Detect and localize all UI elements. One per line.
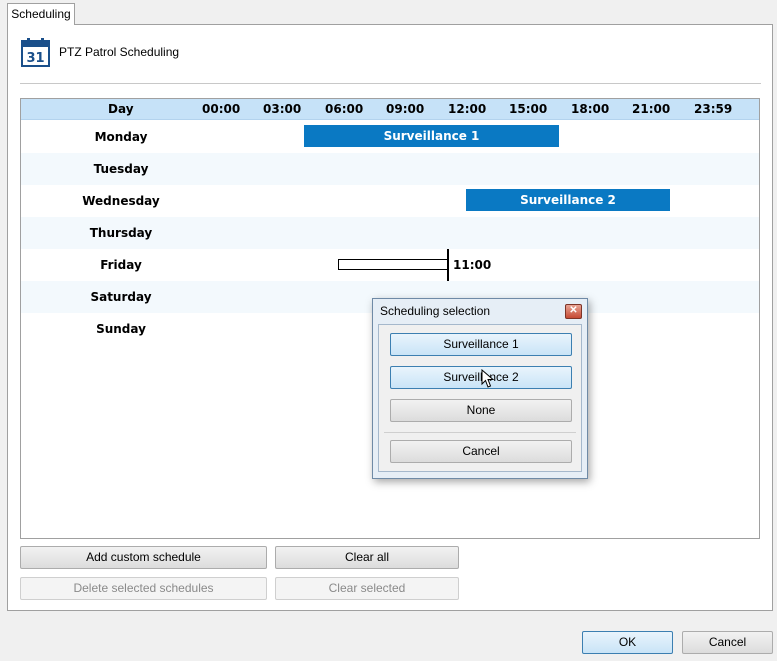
cursor-time-label: 11:00 [453, 258, 492, 272]
time-tick: 18:00 [571, 102, 610, 116]
day-label: Thursday [89, 226, 153, 240]
time-tick: 15:00 [509, 102, 548, 116]
dialog-cancel-button[interactable]: Cancel [390, 440, 572, 463]
time-cursor-line [447, 249, 449, 281]
schedule-bar-surveillance-2[interactable]: Surveillance 2 [466, 189, 670, 211]
time-tick: 09:00 [386, 102, 425, 116]
time-tick: 03:00 [263, 102, 302, 116]
day-label: Friday [100, 258, 142, 272]
none-option-button[interactable]: None [390, 399, 572, 422]
time-tick: 23:59 [694, 102, 733, 116]
surveillance-1-option-button[interactable]: Surveillance 1 [390, 333, 572, 356]
pending-selection-range[interactable] [338, 259, 448, 270]
time-tick: 06:00 [325, 102, 364, 116]
divider [20, 83, 761, 84]
dialog-body: Surveillance 1 Surveillance 2 None Cance… [378, 324, 582, 472]
grid-row-friday[interactable]: Friday 11:00 [21, 249, 759, 281]
calendar-icon-number: 31 [26, 51, 44, 66]
time-tick: 12:00 [448, 102, 487, 116]
clear-all-button[interactable]: Clear all [275, 546, 459, 569]
calendar-icon: 31 [21, 38, 50, 67]
dialog-divider [384, 432, 576, 433]
schedule-bar-surveillance-1[interactable]: Surveillance 1 [304, 125, 559, 147]
day-label: Monday [94, 130, 148, 144]
day-label: Sunday [96, 322, 146, 336]
clear-selected-button[interactable]: Clear selected [275, 577, 459, 600]
add-custom-schedule-button[interactable]: Add custom schedule [20, 546, 267, 569]
grid-row-tuesday[interactable]: Tuesday [21, 153, 759, 185]
cancel-button[interactable]: Cancel [682, 631, 773, 654]
day-label: Wednesday [82, 194, 160, 208]
scheduling-selection-dialog: Scheduling selection ✕ Surveillance 1 Su… [372, 298, 588, 479]
tab-scheduling[interactable]: Scheduling [7, 3, 75, 25]
grid-row-thursday[interactable]: Thursday [21, 217, 759, 249]
time-tick: 21:00 [632, 102, 671, 116]
grid-row-monday[interactable]: Monday Surveillance 1 [21, 121, 759, 153]
mouse-pointer-icon [481, 369, 495, 388]
ok-button[interactable]: OK [582, 631, 673, 654]
time-tick: 00:00 [202, 102, 241, 116]
grid-row-wednesday[interactable]: Wednesday Surveillance 2 [21, 185, 759, 217]
day-column-header: Day [108, 102, 134, 116]
dialog-title: Scheduling selection [380, 304, 491, 318]
day-label: Tuesday [93, 162, 149, 176]
day-label: Saturday [90, 290, 152, 304]
delete-selected-schedules-button[interactable]: Delete selected schedules [20, 577, 267, 600]
grid-header: Day 00:00 03:00 06:00 09:00 12:00 15:00 … [21, 99, 759, 120]
close-icon[interactable]: ✕ [565, 304, 582, 319]
page-title: PTZ Patrol Scheduling [59, 45, 180, 59]
